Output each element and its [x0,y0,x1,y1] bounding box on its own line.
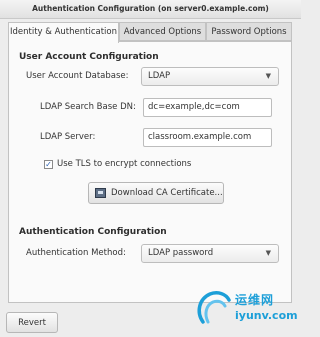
chevron-down-icon: ▼ [265,72,271,80]
tls-checkbox[interactable]: ✓ [44,160,53,169]
tab-password-options[interactable]: Password Options [206,22,292,41]
user-account-heading: User Account Configuration [19,52,159,62]
ldap-search-base-label: LDAP Search Base DN: [40,102,136,112]
certificate-icon [95,188,106,198]
user-account-database-value: LDAP [148,71,171,81]
tls-label: Use TLS to encrypt connections [57,159,192,169]
authentication-method-value: LDAP password [148,248,214,258]
download-ca-certificate-label: Download CA Certificate... [111,188,223,198]
user-account-database-select[interactable]: LDAP ▼ [141,67,279,86]
authentication-heading: Authentication Configuration [19,227,167,237]
authentication-method-select[interactable]: LDAP password ▼ [141,244,279,263]
tab-identity-authentication[interactable]: Identity & Authentication [8,22,119,43]
authentication-method-label: Authentication Method: [26,248,126,258]
watermark-cn-text: 运维网 [235,293,275,307]
check-icon: ✓ [45,160,52,169]
watermark-logo-icon [197,291,231,324]
chevron-down-icon: ▼ [265,249,271,257]
watermark: 运维网 iyunv.com [193,288,301,337]
ldap-search-base-input[interactable]: dc=example,dc=com [143,98,272,117]
tab-advanced-options[interactable]: Advanced Options [119,22,206,41]
window-title: Authentication Configuration (on server0… [0,0,301,19]
ldap-server-input[interactable]: classroom.example.com [143,128,272,147]
revert-button[interactable]: Revert [6,312,58,333]
ldap-server-label: LDAP Server: [40,132,96,142]
tab-panel: User Account Configuration User Account … [8,41,292,303]
user-account-database-label: User Account Database: [26,71,129,81]
watermark-en-text: iyunv.com [235,309,298,322]
download-ca-certificate-button[interactable]: Download CA Certificate... [88,182,224,204]
tab-bar: Identity & Authentication Advanced Optio… [8,22,292,43]
